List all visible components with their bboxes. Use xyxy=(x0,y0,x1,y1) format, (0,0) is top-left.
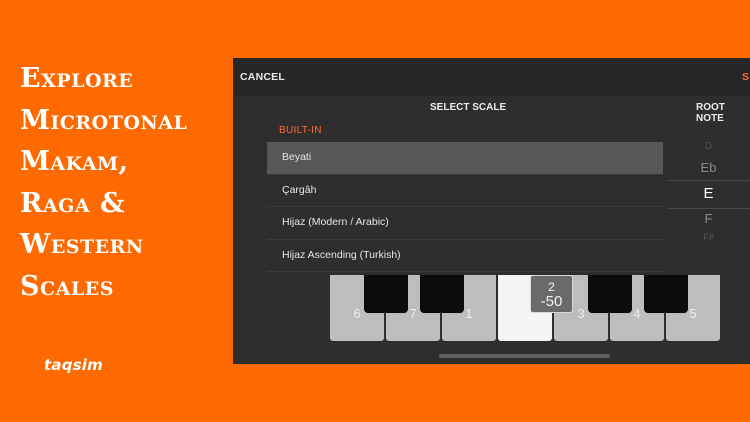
root-note-option[interactable]: Eb xyxy=(667,160,750,175)
promo-line: Makam, xyxy=(20,146,129,177)
root-note-option[interactable]: D xyxy=(667,141,750,152)
black-key[interactable] xyxy=(420,275,464,313)
scale-item-hijaz[interactable]: Hijaz (Modern / Arabic) xyxy=(267,207,663,240)
top-bar: CANCEL S xyxy=(233,58,750,96)
black-key[interactable] xyxy=(644,275,688,313)
cancel-button[interactable]: CANCEL xyxy=(240,71,285,83)
promo-line: Scales xyxy=(20,270,114,302)
root-note-picker[interactable]: D Eb E F F# xyxy=(667,138,750,248)
promo-line: Explore xyxy=(20,63,134,94)
taqsim-logo: taqsim xyxy=(44,356,103,374)
scale-list: Beyati Çargâh Hijaz (Modern / Arabic) Hi… xyxy=(267,142,663,272)
picker-divider xyxy=(667,180,750,181)
app-screen: CANCEL S SELECT SCALE ROOT NOTE BUILT-IN… xyxy=(233,58,750,364)
promo-line: Raga & xyxy=(20,187,125,219)
tooltip-cents: -50 xyxy=(540,293,563,310)
picker-divider xyxy=(667,208,750,209)
promo-line: Western xyxy=(20,229,144,260)
black-key[interactable] xyxy=(364,275,408,313)
scale-item-hijaz-ascending[interactable]: Hijaz Ascending (Turkish) xyxy=(267,240,663,272)
scale-item-beyati[interactable]: Beyati xyxy=(267,142,663,175)
root-note-option[interactable]: F# xyxy=(667,232,750,242)
promo-headline: Explore Microtonal Makam, Raga & Western… xyxy=(20,58,230,307)
scale-item-cargah[interactable]: Çargâh xyxy=(267,175,663,207)
root-note-selected[interactable]: E xyxy=(667,185,750,202)
home-indicator[interactable] xyxy=(439,354,610,358)
black-key[interactable] xyxy=(588,275,632,313)
root-note-option[interactable]: F xyxy=(667,211,750,226)
builtin-section-label: BUILT-IN xyxy=(279,125,322,136)
select-scale-heading: SELECT SCALE xyxy=(430,102,507,113)
save-button[interactable]: S xyxy=(742,71,749,83)
promo-line: Microtonal xyxy=(20,104,188,136)
root-note-heading: ROOT NOTE xyxy=(696,102,725,124)
note-tooltip: 2 -50 xyxy=(530,275,573,313)
